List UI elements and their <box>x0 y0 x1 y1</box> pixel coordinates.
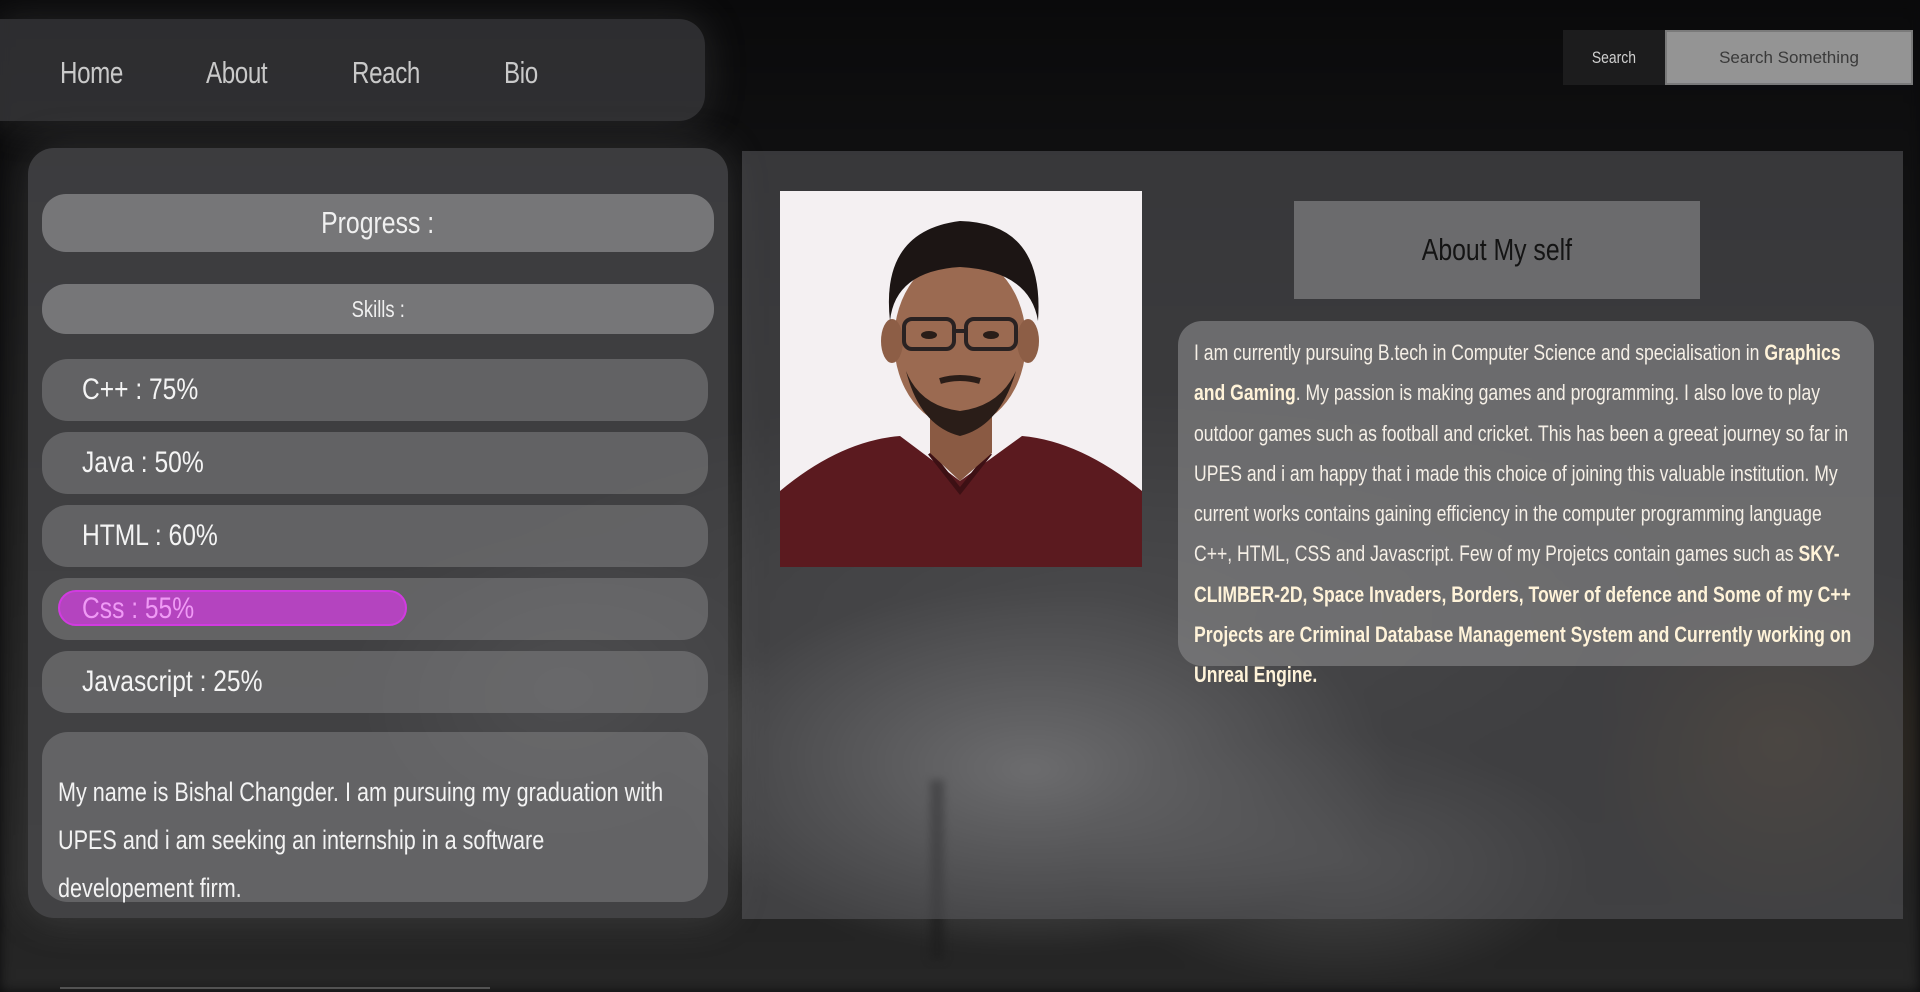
search-bar: Search <box>1563 30 1913 85</box>
progress-panel: Progress : Skills : C++ : 75% Java : 50%… <box>28 148 728 918</box>
skill-label: Java : 50% <box>82 446 204 479</box>
nav-reach-link[interactable]: Reach <box>352 55 420 91</box>
about-heading-text: About My self <box>1421 232 1573 267</box>
skill-label: Javascript : 25% <box>82 665 263 698</box>
skill-row-css[interactable]: Css : 55% <box>42 578 708 640</box>
progress-heading: Progress : <box>42 194 714 252</box>
skills-heading: Skills : <box>42 284 714 334</box>
about-card: I am currently pursuing B.tech in Comput… <box>1178 321 1874 687</box>
search-button-label: Search <box>1591 47 1637 67</box>
about-text: I am currently pursuing B.tech in Comput… <box>1194 333 1858 696</box>
about-heading: About My self <box>1294 201 1700 299</box>
intro-card: My name is Bishal Changder. I am pursuin… <box>42 732 708 903</box>
about-text-part: I am currently pursuing B.tech in Comput… <box>1194 340 1765 365</box>
nav-home-link[interactable]: Home <box>60 55 123 91</box>
skill-row-cpp[interactable]: C++ : 75% <box>42 359 708 421</box>
about-panel: About My self I am currently pursuing B.… <box>742 151 1903 919</box>
nav-about-link[interactable]: About <box>206 55 268 91</box>
skill-row-html[interactable]: HTML : 60% <box>42 505 708 567</box>
progress-heading-text: Progress : <box>321 205 435 240</box>
intro-text: My name is Bishal Changder. I am pursuin… <box>58 777 664 903</box>
skills-heading-text: Skills : <box>351 295 405 322</box>
nav-bio-link[interactable]: Bio <box>504 55 538 91</box>
about-text-part: . My passion is making games and program… <box>1194 380 1849 567</box>
top-navigation: Home About Reach Bio <box>0 19 705 121</box>
search-input[interactable] <box>1665 30 1913 85</box>
skill-row-java[interactable]: Java : 50% <box>42 432 708 494</box>
skill-row-javascript[interactable]: Javascript : 25% <box>42 651 708 713</box>
skill-label: C++ : 75% <box>82 373 199 406</box>
profile-photo-illustration <box>780 191 1142 567</box>
profile-photo <box>780 191 1142 567</box>
background-line <box>60 987 490 989</box>
search-button[interactable]: Search <box>1563 30 1665 85</box>
skill-label: Css : 55% <box>82 592 195 625</box>
skill-label: HTML : 60% <box>82 519 218 552</box>
